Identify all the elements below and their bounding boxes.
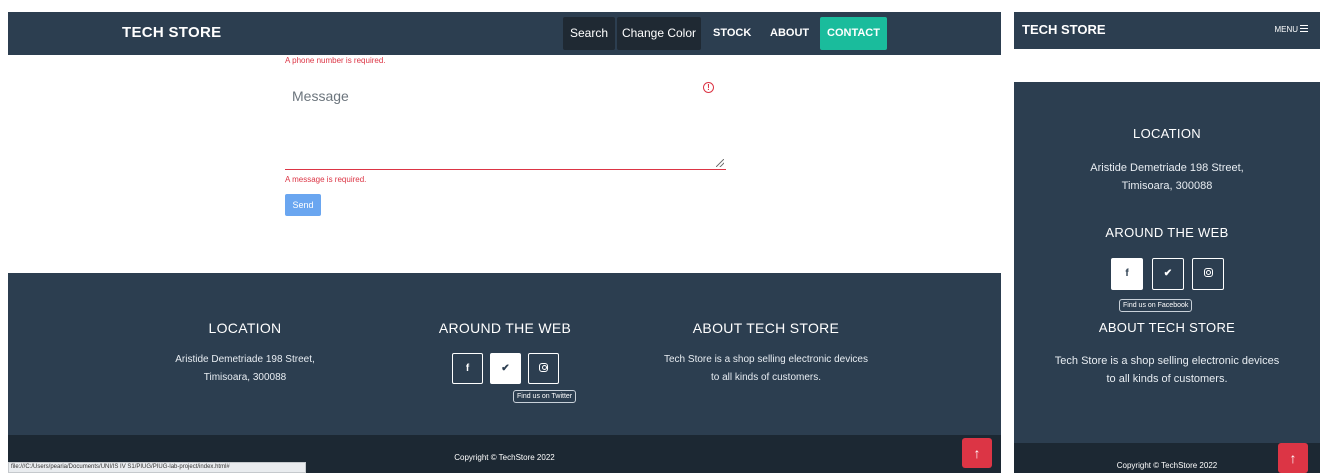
navbar: TECH STORE Search Change Color STOCK ABO… (8, 12, 1001, 55)
mobile-footer: LOCATION Aristide Demetriade 198 Street,… (1014, 82, 1320, 443)
location-heading: LOCATION (208, 320, 282, 336)
about-text: Tech Store is a shop selling electronic … (636, 351, 896, 387)
facebook-icon: f (465, 363, 470, 374)
brand-logo[interactable]: TECH STORE (122, 24, 221, 41)
facebook-button[interactable]: f (452, 353, 483, 384)
mobile-view: TECH STORE MENU LOCATION Aristide Demetr… (1014, 12, 1320, 473)
screenshot-stage: TECH STORE Search Change Color STOCK ABO… (0, 0, 1322, 473)
twitter-icon: ✔ (501, 363, 510, 374)
mobile-instagram-icon (1203, 267, 1213, 277)
location-address: Aristide Demetriade 198 Street, Timisoar… (145, 351, 345, 387)
about-line-1: Tech Store is a shop selling electronic … (664, 354, 868, 365)
nav-stock-link[interactable]: STOCK (713, 27, 751, 39)
send-button[interactable]: Send (285, 194, 321, 216)
address-line-1: Aristide Demetriade 198 Street, (175, 354, 315, 365)
around-the-web-heading: AROUND THE WEB (438, 320, 572, 336)
browser-status-url: file:///C:/Users/pearia/Documents/UNI/IS… (8, 462, 306, 473)
mobile-copyright-bar: Copyright © TechStore 2022 ↑ (1014, 443, 1320, 473)
arrow-up-icon: ↑ (973, 445, 981, 461)
mobile-navbar: TECH STORE MENU (1014, 12, 1320, 49)
mobile-scroll-to-top-button[interactable]: ↑ (1278, 443, 1308, 473)
scroll-to-top-button[interactable]: ↑ (962, 438, 992, 468)
search-button[interactable]: Search (563, 17, 615, 50)
instagram-button[interactable] (528, 353, 559, 384)
mobile-address-line-2: Timisoara, 300088 (1121, 180, 1213, 192)
mobile-twitter-icon: ✔ (1163, 268, 1173, 279)
mobile-location-address: Aristide Demetriade 198 Street, Timisoar… (1014, 159, 1320, 195)
mobile-around-the-web-heading: AROUND THE WEB (1105, 225, 1229, 240)
mobile-facebook-icon: f (1125, 268, 1129, 279)
mobile-about-line-2: to all kinds of customers. (1106, 373, 1228, 385)
mobile-facebook-button[interactable]: f (1111, 258, 1143, 290)
twitter-tooltip: Find us on Twitter (513, 390, 577, 403)
message-error-message: A message is required. (285, 175, 367, 184)
facebook-tooltip: Find us on Facebook (1119, 299, 1193, 312)
mobile-brand-logo[interactable]: TECH STORE (1022, 22, 1106, 37)
nav-contact-link[interactable]: CONTACT (820, 17, 887, 50)
message-textarea[interactable]: Message ! (285, 79, 726, 170)
phone-error-message: A phone number is required. (285, 56, 386, 65)
copyright-text: Copyright © TechStore 2022 (454, 453, 555, 462)
mobile-instagram-button[interactable] (1192, 258, 1224, 290)
mobile-about-line-1: Tech Store is a shop selling electronic … (1054, 355, 1280, 367)
mobile-about-text: Tech Store is a shop selling electronic … (1014, 352, 1320, 388)
mobile-address-line-1: Aristide Demetriade 198 Street, (1090, 162, 1244, 174)
about-heading: ABOUT TECH STORE (692, 320, 840, 336)
instagram-icon (539, 362, 548, 372)
twitter-button[interactable]: ✔ (490, 353, 521, 384)
footer: LOCATION Aristide Demetriade 198 Street,… (8, 273, 1001, 435)
menu-button[interactable]: MENU (1274, 25, 1308, 34)
change-color-button[interactable]: Change Color (617, 17, 701, 50)
mobile-copyright-text: Copyright © TechStore 2022 (1116, 461, 1218, 470)
mobile-location-heading: LOCATION (1133, 126, 1201, 141)
menu-label: MENU (1274, 25, 1298, 34)
about-line-2: to all kinds of customers. (710, 372, 822, 383)
mobile-arrow-up-icon: ↑ (1289, 450, 1297, 466)
warning-icon: ! (703, 82, 714, 93)
message-placeholder: Message (292, 88, 349, 104)
desktop-view: TECH STORE Search Change Color STOCK ABO… (8, 12, 1001, 473)
resize-handle-icon[interactable] (716, 159, 724, 167)
nav-about-link[interactable]: ABOUT (770, 27, 809, 39)
mobile-twitter-button[interactable]: ✔ (1152, 258, 1184, 290)
address-line-2: Timisoara, 300088 (203, 372, 287, 383)
hamburger-icon (1300, 25, 1308, 33)
mobile-about-heading: ABOUT TECH STORE (1098, 320, 1236, 335)
